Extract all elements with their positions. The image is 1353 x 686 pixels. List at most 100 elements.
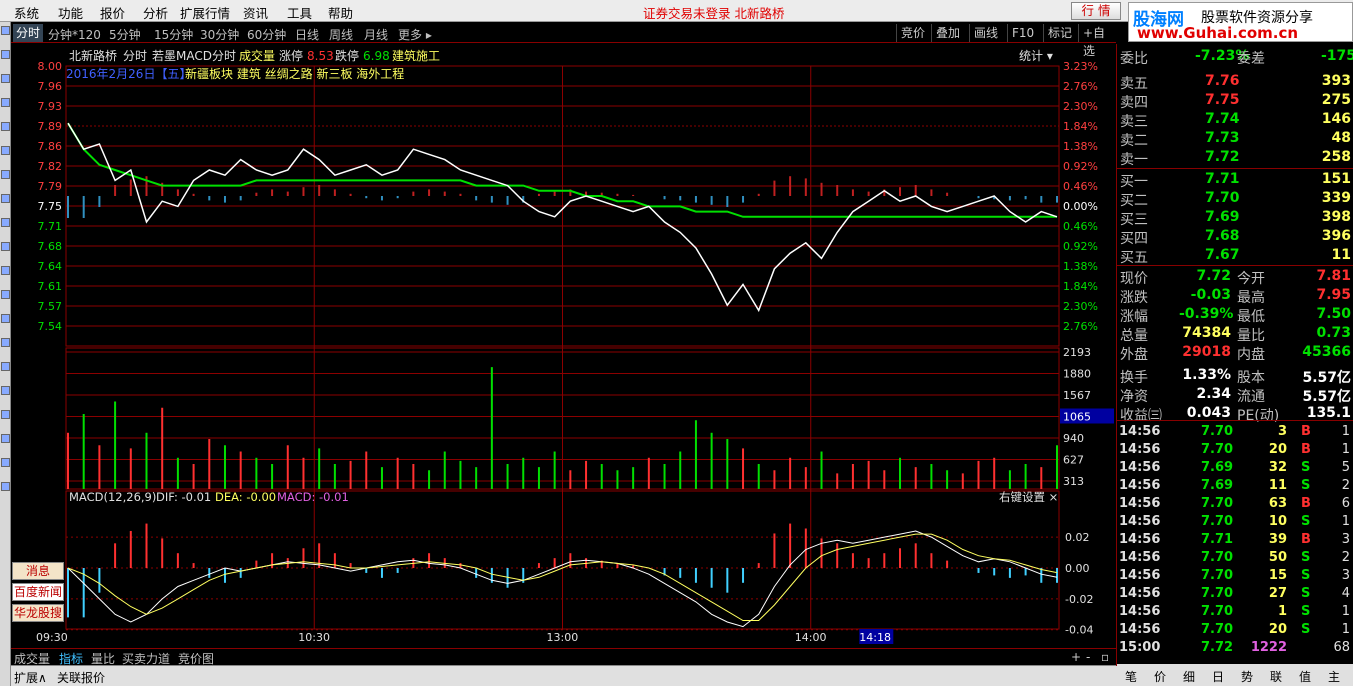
tick-count: 1 — [1341, 514, 1350, 529]
tab-min120[interactable]: 分钟*120 — [48, 26, 101, 43]
menu-help[interactable]: 帮助 — [328, 3, 353, 22]
bids-row[interactable]: 买四 7.68 396 — [1117, 228, 1353, 247]
tool-icon[interactable] — [1, 266, 10, 275]
tick-volume: 3 — [1277, 424, 1287, 439]
tab-daily[interactable]: 日线 — [295, 26, 319, 43]
auction-button[interactable]: 竞价 — [896, 24, 929, 42]
tool-icon[interactable] — [1, 50, 10, 59]
right-tab[interactable]: 势 — [1241, 668, 1253, 685]
bids-volume: 339 — [1321, 190, 1351, 206]
quote-button[interactable]: 行 情 — [1071, 2, 1121, 20]
quote-row: 涨跌 -0.03 最高 7.95 — [1117, 287, 1353, 306]
menu-ext-market[interactable]: 扩展行情 — [180, 3, 230, 22]
tab-intraday[interactable]: 分时 — [13, 24, 44, 42]
tab-5min[interactable]: 5分钟 — [109, 26, 141, 43]
tab-60min[interactable]: 60分钟 — [247, 26, 286, 43]
tab-monthly[interactable]: 月线 — [364, 26, 388, 43]
tool-icon[interactable] — [1, 434, 10, 443]
pct-tick-label: 2.76% — [1063, 80, 1098, 93]
pct-tick-label: 0.46% — [1063, 220, 1098, 233]
tool-icon[interactable] — [1, 314, 10, 323]
tick-time: 14:56 — [1119, 604, 1161, 619]
right-tab[interactable]: 细 — [1183, 668, 1195, 685]
menu-news[interactable]: 资讯 — [243, 3, 268, 22]
menu-quote[interactable]: 报价 — [100, 3, 125, 22]
tool-icon[interactable] — [1, 242, 10, 251]
menu-analysis[interactable]: 分析 — [143, 3, 168, 22]
tool-icon[interactable] — [1, 290, 10, 299]
tool-icon[interactable] — [1, 218, 10, 227]
stats-dropdown[interactable]: 统计 ▾ — [1019, 49, 1053, 63]
quote-value: 7.72 — [1196, 268, 1231, 284]
zoom-out-icon[interactable]: - — [1086, 650, 1090, 664]
right-click-settings[interactable]: 右键设置 × — [999, 490, 1058, 504]
restore-icon[interactable]: ▫ — [1101, 650, 1109, 664]
tool-icon[interactable] — [1, 194, 10, 203]
overlay-button[interactable]: 叠加 — [931, 24, 964, 42]
right-tab[interactable]: 笔 — [1125, 668, 1137, 685]
add-watchlist-button[interactable]: +自选 — [1078, 24, 1116, 58]
baidu-news-button[interactable]: 百度新闻 — [12, 583, 64, 601]
tool-icon[interactable] — [1, 146, 10, 155]
tool-icon[interactable] — [1, 122, 10, 131]
quote-value: 7.50 — [1316, 306, 1351, 322]
f10-button[interactable]: F10 — [1007, 24, 1038, 42]
menu-tools[interactable]: 工具 — [287, 3, 312, 22]
order-ratio-label: 委比 — [1120, 51, 1148, 67]
tab-15min[interactable]: 15分钟 — [154, 26, 193, 43]
asks-row[interactable]: 卖三 7.74 146 — [1117, 111, 1353, 130]
tab-30min[interactable]: 30分钟 — [200, 26, 239, 43]
tab-weekly[interactable]: 周线 — [329, 26, 353, 43]
right-tab[interactable]: 主 — [1328, 668, 1340, 685]
tick-time: 14:56 — [1119, 514, 1161, 529]
expand-button[interactable]: 扩展∧ — [14, 669, 47, 686]
right-tab[interactable]: 日 — [1212, 668, 1224, 685]
right-tab[interactable]: 价 — [1154, 668, 1166, 685]
tool-icon[interactable] — [1, 170, 10, 179]
asks-volume: 393 — [1321, 73, 1351, 89]
tool-icon[interactable] — [1, 410, 10, 419]
bids-row[interactable]: 买一 7.71 151 — [1117, 171, 1353, 190]
bids-row[interactable]: 买二 7.70 339 — [1117, 190, 1353, 209]
asks-row[interactable]: 卖二 7.73 48 — [1117, 130, 1353, 149]
bids-volume: 396 — [1321, 228, 1351, 244]
quote-label: 最低 — [1237, 309, 1265, 325]
tab-more[interactable]: 更多 ▸ — [398, 26, 432, 43]
tool-icon[interactable] — [1, 74, 10, 83]
tool-icon[interactable] — [1, 26, 10, 35]
tick-time: 14:56 — [1119, 532, 1161, 547]
tool-icon[interactable] — [1, 386, 10, 395]
bids-row[interactable]: 买三 7.69 398 — [1117, 209, 1353, 228]
tick-count: 5 — [1341, 460, 1350, 475]
mark-button[interactable]: 标记 — [1043, 24, 1076, 42]
tool-icon[interactable] — [1, 482, 10, 491]
menu-system[interactable]: 系统 — [14, 3, 39, 22]
tick-count: 3 — [1341, 568, 1350, 583]
asks-row[interactable]: 卖四 7.75 275 — [1117, 92, 1353, 111]
intraday-chart[interactable]: 8.00 3.23% 7.96 2.76% 7.93 2.30% 7.89 1.84% 7.86… — [11, 44, 1116, 648]
zoom-in-icon[interactable]: + — [1071, 650, 1081, 664]
asks-row[interactable]: 卖五 7.76 393 — [1117, 73, 1353, 92]
draw-button[interactable]: 画线 — [969, 24, 1002, 42]
tick-count: 3 — [1341, 532, 1350, 547]
tick-volume: 32 — [1268, 460, 1287, 475]
quote-label: 最高 — [1237, 290, 1265, 306]
tick-direction: S — [1301, 550, 1311, 565]
asks-row[interactable]: 卖一 7.72 258 — [1117, 149, 1353, 168]
hualong-search-button[interactable]: 华龙股搜 — [12, 604, 64, 622]
bids-row[interactable]: 买五 7.67 11 — [1117, 247, 1353, 266]
tick-time: 14:56 — [1119, 478, 1161, 493]
tick-row: 14:56 7.70 15 S 3 — [1117, 567, 1353, 585]
right-tab[interactable]: 值 — [1299, 668, 1311, 685]
tick-time: 14:56 — [1119, 460, 1161, 475]
bids-label: 买五 — [1120, 250, 1148, 266]
news-button[interactable]: 消息 — [12, 562, 64, 580]
related-quotes-tab[interactable]: 关联报价 — [57, 669, 105, 686]
tick-count: 1 — [1341, 604, 1350, 619]
menu-function[interactable]: 功能 — [58, 3, 83, 22]
tool-icon[interactable] — [1, 362, 10, 371]
tool-icon[interactable] — [1, 338, 10, 347]
right-tab[interactable]: 联 — [1270, 668, 1282, 685]
tool-icon[interactable] — [1, 98, 10, 107]
tool-icon[interactable] — [1, 458, 10, 467]
